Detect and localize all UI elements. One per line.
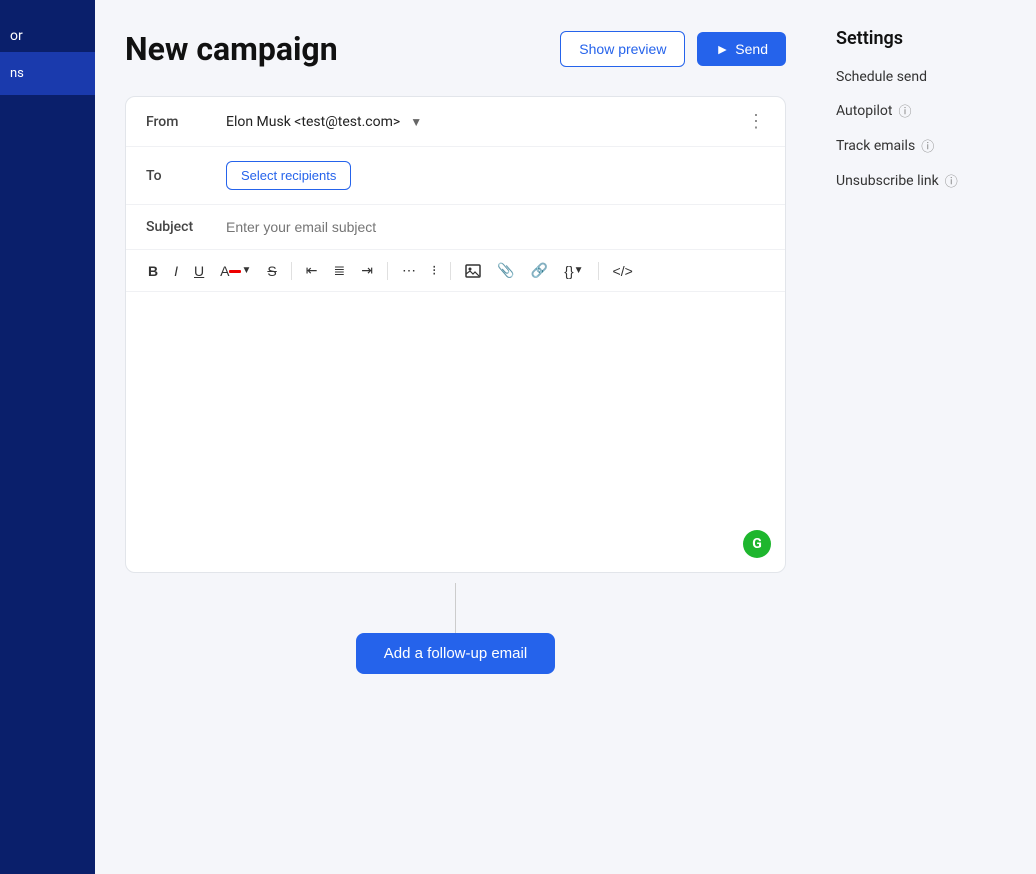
- sidebar-active-label: ns: [10, 66, 24, 81]
- color-indicator: [229, 270, 241, 273]
- text-color-button[interactable]: A ▼: [214, 259, 257, 283]
- from-label: From: [146, 114, 226, 130]
- settings-unsubscribe-link-label: Unsubscribe link: [836, 173, 939, 189]
- settings-autopilot-label: Autopilot: [836, 103, 892, 119]
- bold-button[interactable]: B: [142, 259, 164, 283]
- editor-area[interactable]: G: [126, 292, 785, 572]
- select-recipients-button[interactable]: Select recipients: [226, 161, 351, 190]
- align-left-icon: ⇤: [306, 262, 318, 279]
- sidebar-active-item[interactable]: ns: [0, 52, 95, 95]
- from-row: From Elon Musk <test@test.com> ▼ ⋮: [126, 97, 785, 147]
- show-preview-button[interactable]: Show preview: [560, 31, 685, 67]
- ordered-list-icon: ⋯: [402, 262, 416, 279]
- variable-dropdown-icon: ▼: [574, 265, 584, 276]
- italic-button[interactable]: I: [168, 259, 184, 283]
- attachment-icon: 📎: [497, 262, 514, 279]
- settings-schedule-send[interactable]: Schedule send: [836, 69, 1016, 85]
- from-row-left: From Elon Musk <test@test.com> ▼: [146, 114, 747, 130]
- add-followup-button[interactable]: Add a follow-up email: [356, 633, 555, 674]
- subject-label: Subject: [146, 219, 226, 235]
- strikethrough-button[interactable]: S: [261, 259, 282, 283]
- settings-unsubscribe-link[interactable]: Unsubscribe link ⓘ: [836, 171, 1016, 190]
- header: New campaign Show preview ► Send: [125, 30, 786, 68]
- email-composer-card: From Elon Musk <test@test.com> ▼ ⋮ To Se…: [125, 96, 786, 573]
- unordered-list-button[interactable]: ⁝: [426, 258, 442, 283]
- source-code-button[interactable]: </>: [607, 259, 639, 283]
- track-emails-info-icon: ⓘ: [921, 136, 934, 155]
- settings-schedule-send-label: Schedule send: [836, 69, 927, 85]
- send-button[interactable]: ► Send: [697, 32, 786, 66]
- from-value: Elon Musk <test@test.com> ▼: [226, 114, 747, 130]
- underline-button[interactable]: U: [188, 259, 210, 283]
- color-dropdown-icon[interactable]: ▼: [241, 265, 251, 276]
- followup-section: Add a follow-up email: [125, 573, 786, 674]
- settings-track-emails[interactable]: Track emails ⓘ: [836, 136, 1016, 155]
- settings-track-emails-label: Track emails: [836, 138, 915, 154]
- settings-autopilot[interactable]: Autopilot ⓘ: [836, 101, 1016, 120]
- attachment-button[interactable]: 📎: [491, 258, 520, 283]
- text-color-icon: A: [220, 263, 229, 279]
- align-center-icon: ≣: [333, 262, 345, 279]
- variable-icon: {}: [564, 263, 573, 279]
- image-icon: [465, 264, 481, 278]
- unsubscribe-link-info-icon: ⓘ: [945, 171, 958, 190]
- editor-toolbar: B I U A ▼ S ⇤ ≣ ⇥ ⋯ ⁝: [126, 250, 785, 292]
- link-icon: 🔗: [531, 262, 548, 279]
- subject-row: Subject: [126, 205, 785, 250]
- header-actions: Show preview ► Send: [560, 31, 786, 67]
- more-options-icon[interactable]: ⋮: [747, 111, 765, 132]
- settings-title: Settings: [836, 28, 1016, 49]
- toolbar-divider-2: [387, 262, 388, 280]
- send-label: Send: [735, 41, 768, 57]
- from-dropdown-icon[interactable]: ▼: [410, 115, 422, 129]
- main-content: New campaign Show preview ► Send From El…: [95, 0, 816, 874]
- source-code-icon: </>: [613, 263, 633, 279]
- align-left-button[interactable]: ⇤: [300, 258, 324, 283]
- to-row: To Select recipients: [126, 147, 785, 205]
- align-center-button[interactable]: ≣: [327, 258, 351, 283]
- subject-input[interactable]: [226, 219, 765, 235]
- align-right-icon: ⇥: [361, 262, 373, 279]
- align-right-button[interactable]: ⇥: [355, 258, 379, 283]
- link-button[interactable]: 🔗: [525, 258, 554, 283]
- sidebar-or-label: or: [0, 20, 33, 52]
- to-label: To: [146, 168, 226, 184]
- toolbar-divider-4: [598, 262, 599, 280]
- autopilot-info-icon: ⓘ: [898, 101, 911, 120]
- followup-connector-line: [455, 583, 456, 633]
- ordered-list-button[interactable]: ⋯: [396, 258, 422, 283]
- toolbar-divider-1: [291, 262, 292, 280]
- page-title: New campaign: [125, 30, 338, 68]
- toolbar-divider-3: [450, 262, 451, 280]
- grammarly-icon: G: [743, 530, 771, 558]
- sidebar: or ns: [0, 0, 95, 874]
- variable-button[interactable]: {} ▼: [558, 259, 589, 283]
- unordered-list-icon: ⁝: [432, 262, 436, 279]
- image-button[interactable]: [459, 260, 487, 282]
- settings-panel: Settings Schedule send Autopilot ⓘ Track…: [816, 0, 1036, 874]
- send-icon: ►: [715, 41, 729, 57]
